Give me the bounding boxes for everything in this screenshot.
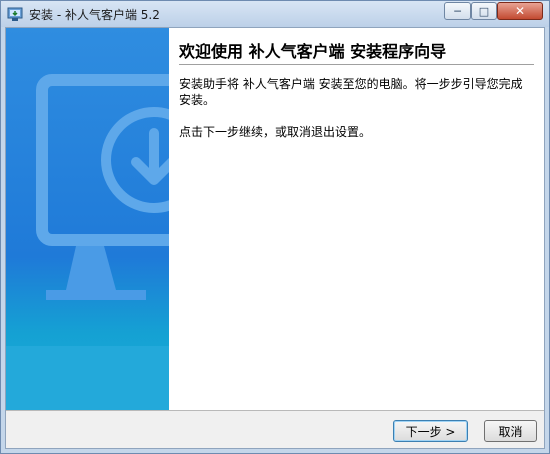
welcome-heading: 欢迎使用 补人气客户端 安装程序向导 <box>179 42 447 61</box>
installer-window: 安装 - 补人气客户端 5.2 ─ □ ✕ 欢迎使用 补人气客户端 安装程序向导… <box>0 0 550 454</box>
heading-divider <box>179 64 534 65</box>
close-button[interactable]: ✕ <box>497 2 543 20</box>
wizard-content: 欢迎使用 补人气客户端 安装程序向导 安装助手将 补人气客户端 安装至您的电脑。… <box>169 28 544 410</box>
window-title: 安装 - 补人气客户端 5.2 <box>29 8 160 22</box>
minimize-button[interactable]: ─ <box>444 2 471 20</box>
wizard-sidebar-banner <box>6 28 169 410</box>
footer-divider <box>6 410 544 411</box>
intro-text: 安装助手将 补人气客户端 安装至您的电脑。将一步步引导您完成安装。 <box>179 77 523 107</box>
title-bar[interactable]: 安装 - 补人气客户端 5.2 ─ □ ✕ <box>1 1 549 27</box>
cancel-button[interactable]: 取消 <box>484 420 537 442</box>
installer-app-icon <box>7 7 23 21</box>
instruction-text: 点击下一步继续，或取消退出设置。 <box>179 125 372 139</box>
maximize-button[interactable]: □ <box>471 2 497 20</box>
wizard-body: 欢迎使用 补人气客户端 安装程序向导 安装助手将 补人气客户端 安装至您的电脑。… <box>5 27 545 449</box>
next-button[interactable]: 下一步 > <box>393 420 468 442</box>
sidebar-band <box>6 346 169 410</box>
